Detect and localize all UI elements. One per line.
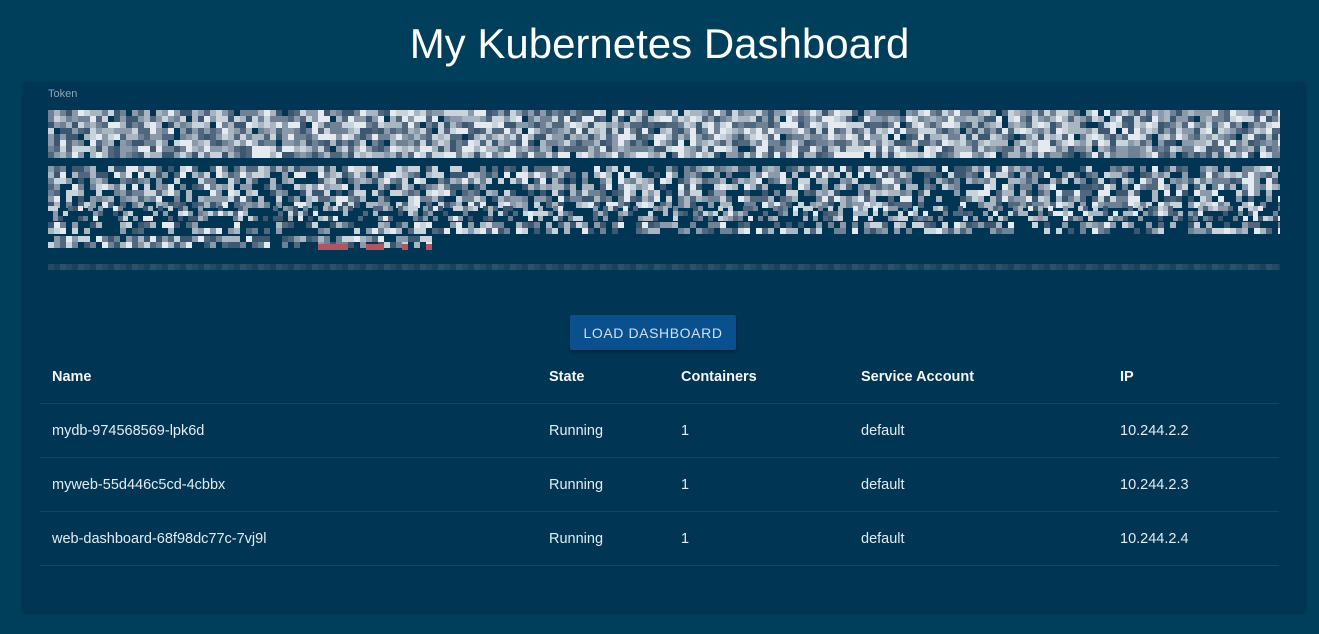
pod-name-cell: myweb-55d446c5cd-4cbbx [40, 457, 537, 512]
table-row[interactable]: mydb-974568569-lpk6d Running 1 default 1… [40, 403, 1279, 458]
pod-name-cell: web-dashboard-68f98dc77c-7vj9l [40, 511, 537, 566]
column-header-ip[interactable]: IP [1108, 350, 1279, 404]
pod-ip-cell: 10.244.2.4 [1108, 511, 1279, 566]
dashboard-card: Token LOAD DASHBOARD Name State Containe… [23, 82, 1305, 612]
pod-service-account-cell: default [849, 457, 1108, 512]
token-textarea[interactable] [48, 110, 1280, 252]
pod-ip-cell: 10.244.2.3 [1108, 457, 1279, 512]
pod-state-cell: Running [537, 403, 669, 458]
pod-state-cell: Running [537, 511, 669, 566]
page-title: My Kubernetes Dashboard [409, 20, 910, 67]
token-label: Token [48, 88, 78, 100]
table-header-row: Name State Containers Service Account IP [40, 350, 1279, 404]
redacted-token-pixels [48, 110, 1280, 250]
column-header-containers[interactable]: Containers [669, 350, 849, 404]
column-header-name[interactable]: Name [40, 350, 537, 404]
column-header-service-account[interactable]: Service Account [849, 350, 1108, 404]
load-dashboard-button[interactable]: LOAD DASHBOARD [570, 315, 736, 350]
column-header-state[interactable]: State [537, 350, 669, 404]
pods-table: Name State Containers Service Account IP… [40, 350, 1279, 566]
pod-containers-cell: 1 [669, 403, 849, 458]
pod-containers-cell: 1 [669, 457, 849, 512]
pod-ip-cell: 10.244.2.2 [1108, 403, 1279, 458]
pod-name-cell: mydb-974568569-lpk6d [40, 403, 537, 458]
table-row[interactable]: myweb-55d446c5cd-4cbbx Running 1 default… [40, 457, 1279, 512]
pod-state-cell: Running [537, 457, 669, 512]
pod-service-account-cell: default [849, 511, 1108, 566]
pod-containers-cell: 1 [669, 511, 849, 566]
token-field-underline [48, 264, 1280, 270]
pod-service-account-cell: default [849, 403, 1108, 458]
table-row[interactable]: web-dashboard-68f98dc77c-7vj9l Running 1… [40, 511, 1279, 566]
